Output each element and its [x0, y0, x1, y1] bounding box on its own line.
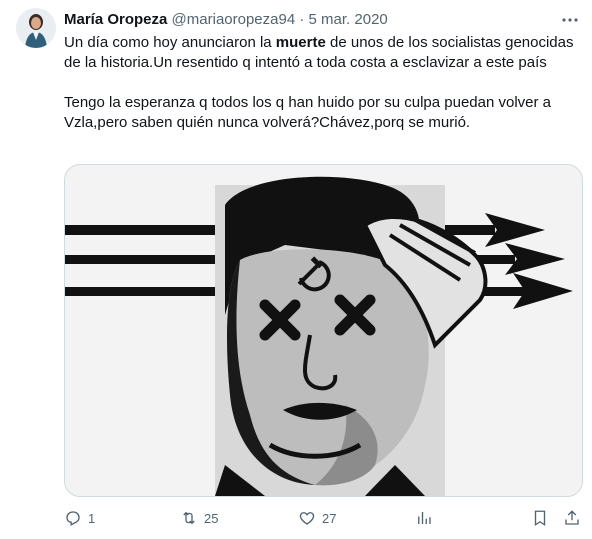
tweet-text-part-1: Un día como hoy anunciaron la: [64, 34, 276, 51]
separator-dot: ·: [299, 11, 305, 28]
tweet-text-bold: muerte: [275, 34, 326, 51]
more-icon: [562, 18, 578, 22]
reply-count: 1: [88, 510, 96, 526]
tweet-actions: 1 25 27: [64, 506, 584, 530]
tweet-text: Un día como hoy anunciaron la muerte de …: [64, 33, 574, 133]
share-button[interactable]: [563, 506, 581, 530]
tweet: María Oropeza @mariaoropeza94 · 5 mar. 2…: [0, 0, 592, 539]
more-button[interactable]: [560, 10, 580, 30]
bookmark-button[interactable]: [531, 506, 549, 530]
caricature-illustration: [65, 165, 582, 496]
views-button[interactable]: [415, 506, 433, 530]
share-icon: [565, 510, 579, 525]
like-button[interactable]: 27: [298, 506, 336, 530]
avatar[interactable]: [16, 8, 56, 48]
tweet-header: María Oropeza @mariaoropeza94 · 5 mar. 2…: [64, 10, 388, 30]
author-display-name[interactable]: María Oropeza: [64, 11, 167, 28]
avatar-image: [16, 8, 56, 48]
like-icon: [299, 512, 315, 525]
reply-button[interactable]: 1: [64, 506, 95, 530]
tweet-image[interactable]: [64, 164, 583, 497]
reply-icon: [66, 511, 80, 526]
author-handle[interactable]: @mariaoropeza94: [172, 11, 296, 28]
retweet-icon: [183, 511, 195, 525]
like-count: 27: [322, 510, 337, 526]
retweet-count: 25: [204, 510, 219, 526]
tweet-date[interactable]: 5 mar. 2020: [309, 11, 388, 28]
views-icon: [418, 512, 431, 524]
retweet-button[interactable]: 25: [180, 506, 218, 530]
bookmark-icon: [534, 510, 546, 527]
